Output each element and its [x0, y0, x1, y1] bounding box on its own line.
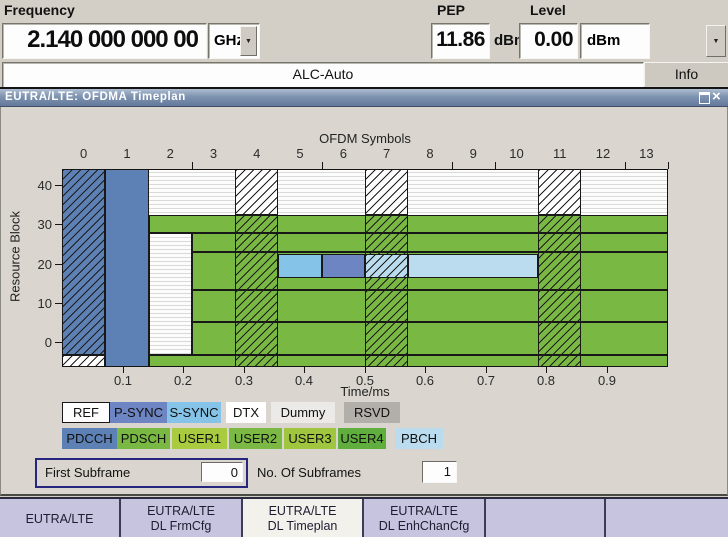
legend-item-pbch: PBCH — [395, 428, 443, 449]
restore-icon[interactable] — [699, 92, 710, 104]
y-axis-title: Resource Block — [8, 210, 21, 304]
pep-value: 11.86 — [432, 24, 489, 56]
softkey-eutra-lte[interactable]: EUTRA/LTE — [0, 499, 121, 537]
frequency-unit-dropdown[interactable]: GHz ▼ — [208, 23, 260, 59]
legend-item-rsvd: RSVD — [344, 402, 400, 423]
legend-item-pdsch: PDSCH — [117, 428, 170, 449]
bottom-axis-title: Time/ms — [62, 384, 668, 399]
level-unit-arrow-icon[interactable]: ▼ — [706, 25, 726, 57]
softkey-eutra-lte-dl-enhchancfg[interactable]: EUTRA/LTEDL EnhChanCfg — [364, 499, 486, 537]
legend-item-user2: USER2 — [229, 428, 282, 449]
pep-field: 11.86 — [431, 23, 490, 59]
first-subframe-group: First Subframe 0 — [35, 458, 248, 488]
legend-item-ref: REF — [62, 402, 110, 423]
no-of-subframes-label: No. Of Subframes — [257, 458, 361, 488]
info-button[interactable]: Info — [644, 62, 728, 86]
window-titlebar[interactable]: EUTRA/LTE: OFDMA Timeplan × — [0, 89, 728, 107]
level-unit-dropdown[interactable]: dBm — [580, 23, 650, 59]
frequency-label: Frequency — [4, 2, 75, 18]
legend-item-pdcch: PDCCH — [62, 428, 117, 449]
softkey-empty-5[interactable] — [486, 499, 606, 537]
legend-item-s-sync: S-SYNC — [167, 402, 221, 423]
no-of-subframes-field[interactable]: 1 — [422, 461, 457, 483]
first-subframe-label: First Subframe — [45, 460, 130, 486]
first-subframe-field[interactable]: 0 — [201, 462, 243, 482]
window-title: EUTRA/LTE: OFDMA Timeplan — [5, 91, 186, 103]
softkey-eutra-lte-dl-frmcfg[interactable]: EUTRA/LTEDL FrmCfg — [121, 499, 243, 537]
level-field[interactable]: 0.00 — [519, 23, 578, 59]
legend-item-dtx: DTX — [226, 402, 266, 423]
legend-item-p-sync: P-SYNC — [110, 402, 167, 423]
legend-row-1: REFP-SYNCS-SYNCDTXDummy RSVD — [62, 402, 400, 423]
legend-item-user1: USER1 — [172, 428, 227, 449]
status-bar: ALC-Auto — [2, 62, 644, 88]
softkey-bar: EUTRA/LTEEUTRA/LTEDL FrmCfgEUTRA/LTEDL T… — [0, 497, 728, 537]
top-axis-title: OFDM Symbols — [62, 131, 668, 146]
legend-item-user4: USER4 — [338, 428, 386, 449]
timeplan-plot — [62, 169, 668, 367]
frequency-field[interactable]: 2.140 000 000 00 — [2, 23, 207, 59]
frequency-unit-arrow-icon[interactable]: ▼ — [240, 26, 257, 56]
instrument-screen: Frequency 2.140 000 000 00 GHz ▼ PEP 11.… — [0, 0, 728, 537]
legend-item-user3: USER3 — [284, 428, 336, 449]
legend-row-2: PDCCHPDSCHUSER1USER2USER3USER4 PBCH — [62, 428, 443, 449]
softkey-empty-6[interactable] — [606, 499, 726, 537]
level-value: 0.00 — [520, 24, 577, 56]
status-text: ALC-Auto — [3, 63, 643, 85]
softkey-eutra-lte-dl-timeplan[interactable]: EUTRA/LTEDL Timeplan — [243, 499, 364, 537]
pep-label: PEP — [437, 2, 465, 18]
close-icon[interactable]: × — [712, 88, 721, 105]
legend-item-dummy: Dummy — [271, 402, 335, 423]
frequency-value: 2.140 000 000 00 — [3, 24, 206, 56]
level-label: Level — [530, 2, 566, 18]
level-unit-label: dBm — [587, 32, 620, 49]
